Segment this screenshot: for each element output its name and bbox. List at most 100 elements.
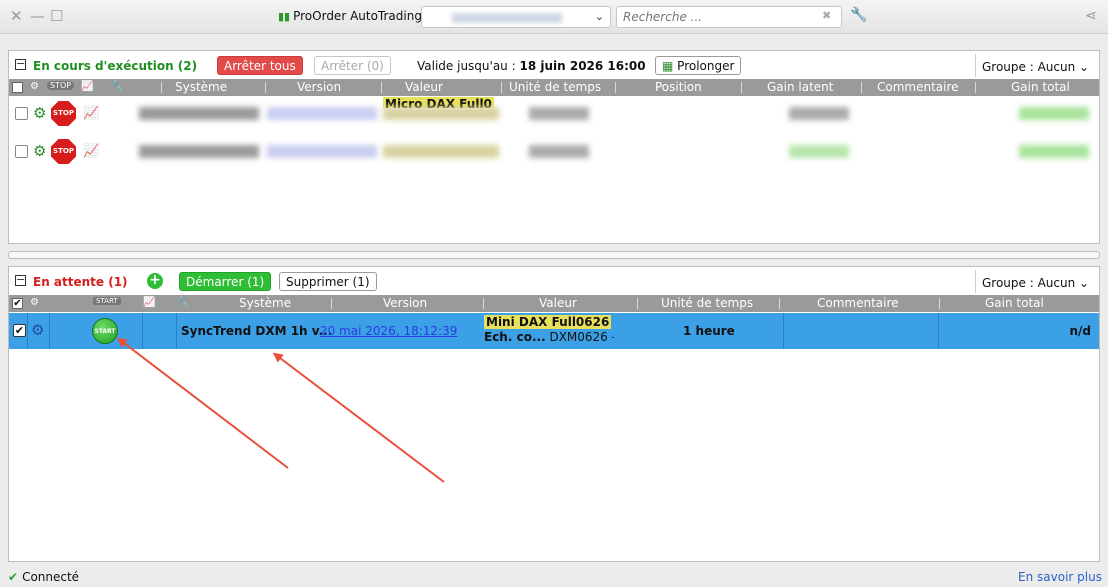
value-detail: Ech. co... DXM0626 – M [484,330,614,344]
row-checkbox[interactable] [15,145,28,158]
col-separator [861,82,862,93]
connection-status: ✔ Connecté [8,570,80,584]
wrench-header-icon: 🔧 [111,81,124,92]
col-total-gain[interactable]: Gain total [1011,80,1070,94]
stop-all-button[interactable]: Arrêter tous [217,56,303,75]
extend-button[interactable]: ▦ Prolonger [655,56,742,75]
collapse-icon[interactable]: − [15,274,26,286]
maximize-icon[interactable]: ☐ [50,8,63,24]
comment-cell[interactable] [783,313,939,349]
col-timeframe[interactable]: Unité de temps [661,296,753,310]
col-separator [637,298,638,309]
value-cell: Mini DAX Full0626 Ech. co... DXM0626 – M [484,315,614,347]
col-latent-gain[interactable]: Gain latent [767,80,834,94]
blurred-cell [789,107,849,120]
blurred-cell [139,145,259,158]
wrench-icon[interactable]: 🔧 [850,7,867,23]
col-value[interactable]: Valeur [539,296,577,310]
minimize-icon[interactable]: — [30,8,45,24]
pending-table-header: ✔ ⚙ START 📈 🔧 Système Version Valeur Uni… [9,295,1099,312]
running-section-header: − En cours d'exécution (2) Arrêter tous … [9,51,1099,79]
col-separator [161,82,162,93]
blurred-cell [1019,145,1089,158]
col-total-gain[interactable]: Gain total [985,296,1044,310]
blurred-cell [789,145,849,158]
stop-button[interactable]: Arrêter (0) [314,56,391,75]
blurred-selection [452,13,562,23]
running-systems-panel: − En cours d'exécution (2) Arrêter tous … [8,50,1100,244]
col-comment[interactable]: Commentaire [877,80,959,94]
chevron-down-icon: ⌄ [594,10,604,23]
col-separator [331,298,332,309]
col-version[interactable]: Version [297,80,341,94]
col-separator [615,82,616,93]
select-all-checkbox[interactable]: ✔ [12,298,23,309]
clear-search-icon[interactable]: ✖ [822,9,831,22]
row-checkbox[interactable] [15,107,28,120]
group-select[interactable]: Groupe : Aucun ⌄ [975,54,1099,77]
table-row[interactable]: ⚙ STOP 📈 Micro DAX Full0 [9,97,1099,131]
learn-more-link[interactable]: En savoir plus [1018,570,1102,584]
close-icon[interactable]: ✕ [10,8,23,24]
version-link[interactable]: 20 mai 2026, 18:12:39 [320,324,457,338]
chart-cell [143,313,177,349]
start-icon[interactable]: START [92,318,118,344]
col-timeframe[interactable]: Unité de temps [509,80,601,94]
gears-icon[interactable]: ⚙ [33,142,46,160]
col-separator [939,298,940,309]
status-bar: ✔ Connecté En savoir plus [0,568,1108,587]
stop-icon[interactable]: STOP [51,101,76,126]
strategy-dropdown[interactable]: ⌄ [421,6,611,28]
col-separator [975,82,976,93]
col-system[interactable]: Système [175,80,227,94]
stop-icon[interactable]: STOP [51,139,76,164]
table-row[interactable]: ⚙ STOP 📈 [9,135,1099,169]
chart-icon[interactable]: 📈 [83,144,99,159]
running-title: En cours d'exécution (2) [33,59,198,73]
pending-systems-panel: − En attente (1) + Démarrer (1) Supprime… [8,266,1100,562]
chart-header-icon: 📈 [81,81,94,92]
gears-icon[interactable]: ⚙ [31,321,44,339]
table-row-selected[interactable]: ✔ ⚙ START SyncTrend DXM 1h v... 20 mai 2… [9,313,1099,349]
collapse-icon[interactable]: − [15,58,26,70]
running-table-header: ⚙ STOP 📈 🔧 Système Version Valeur Unité … [9,79,1099,96]
gears-icon[interactable]: ⚙ [33,104,46,122]
system-name[interactable]: SyncTrend DXM 1h v... [181,324,332,338]
blurred-cell [383,145,499,158]
row-checkbox[interactable]: ✔ [13,324,26,337]
gears-header-icon: ⚙ [30,81,39,92]
blurred-cell [529,145,589,158]
col-version[interactable]: Version [383,296,427,310]
panel-splitter[interactable] [8,251,1100,259]
col-separator [741,82,742,93]
select-all-checkbox[interactable] [12,82,23,93]
wrench-header-icon: 🔧 [177,297,190,308]
gears-cell: ⚙ [28,313,50,349]
timeframe-value: 1 heure [683,324,735,338]
chart-icon[interactable]: 📈 [83,106,99,121]
col-system[interactable]: Système [239,296,291,310]
group-select[interactable]: Groupe : Aucun ⌄ [975,270,1099,293]
validity-label: Valide jusqu'au : 18 juin 2026 16:00 [417,59,646,73]
col-position[interactable]: Position [655,80,702,94]
chart-header-icon: 📈 [143,297,156,308]
blurred-cell [1019,107,1089,120]
blurred-cell [383,107,499,120]
gears-header-icon: ⚙ [30,297,39,308]
col-separator [265,82,266,93]
search-input[interactable] [616,6,842,28]
share-icon[interactable]: ⋖ [1085,8,1097,24]
col-separator [483,298,484,309]
start-header-icon: START [93,297,121,305]
calendar-icon: ▦ [662,59,674,73]
candlestick-icon: ▮▮ [278,10,291,23]
start-button[interactable]: Démarrer (1) [179,272,272,291]
blurred-cell [267,107,377,120]
window-title: ▮▮ ProOrder AutoTrading [278,9,422,23]
col-comment[interactable]: Commentaire [817,296,899,310]
checkbox-cell: ✔ [9,313,28,349]
col-value[interactable]: Valeur [405,80,443,94]
blurred-cell [267,145,377,158]
delete-button[interactable]: Supprimer (1) [279,272,377,291]
add-icon[interactable]: + [147,273,163,289]
